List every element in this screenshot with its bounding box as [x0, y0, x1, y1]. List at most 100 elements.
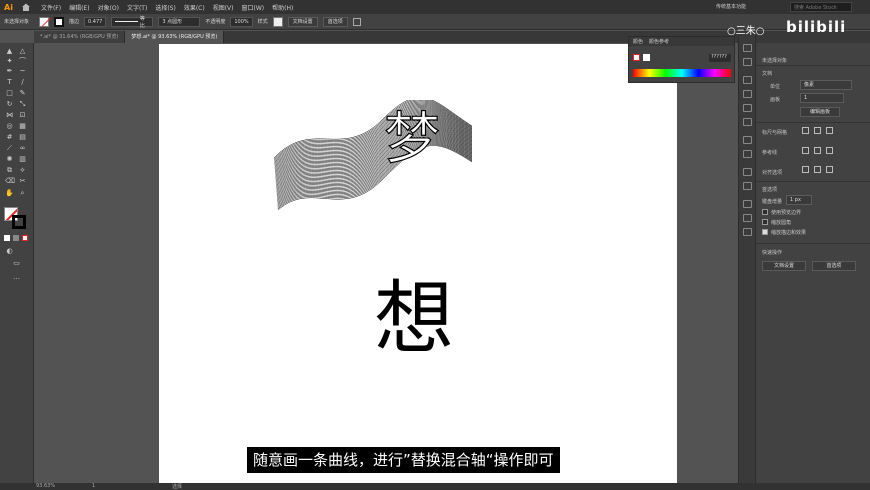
- units-dropdown[interactable]: 像素: [800, 80, 852, 90]
- scale-tool-icon[interactable]: ⤡: [18, 100, 27, 109]
- perspective-grid-tool-icon[interactable]: ▦: [18, 122, 27, 131]
- eraser-tool-icon[interactable]: ⌫: [5, 177, 15, 186]
- symbol-sprayer-tool-icon[interactable]: ✺: [5, 155, 14, 164]
- curvature-tool-icon[interactable]: ~: [18, 67, 27, 76]
- stroke-color-swatch[interactable]: [12, 215, 26, 229]
- menu-select[interactable]: 选择(S): [151, 3, 180, 12]
- blend-tool-icon[interactable]: ∞: [18, 144, 27, 153]
- tab-document-2[interactable]: 梦想.ai* @ 93.63% (RGB/GPU 预览): [125, 31, 225, 43]
- eyedropper-tool-icon[interactable]: ⟋: [5, 144, 14, 153]
- line-tool-icon[interactable]: /: [18, 78, 27, 87]
- workspace-switcher[interactable]: 传统基本功能: [716, 3, 746, 10]
- more-tools-icon[interactable]: …: [12, 273, 21, 282]
- draw-mode-icon[interactable]: ◐: [5, 247, 14, 256]
- stock-search-input[interactable]: 搜索 Adobe Stock: [790, 2, 852, 12]
- rectangle-tool-icon[interactable]: □: [5, 89, 14, 98]
- scale-corners-checkbox[interactable]: [762, 219, 768, 225]
- stroke-weight-field[interactable]: 0.477: [84, 16, 107, 27]
- tab-color-guide[interactable]: 颜色参考: [649, 38, 669, 45]
- lasso-tool-icon[interactable]: ⌒: [18, 57, 27, 66]
- slice-tool-icon[interactable]: ⟡: [18, 166, 27, 175]
- grid-icon[interactable]: [814, 127, 821, 134]
- preview-bounds-checkbox[interactable]: [762, 209, 768, 215]
- document-setup-button[interactable]: 文档设置: [287, 16, 318, 27]
- snap-pixel-icon[interactable]: [814, 166, 821, 173]
- mesh-tool-icon[interactable]: #: [5, 133, 14, 142]
- big-character[interactable]: 想: [369, 274, 459, 364]
- graph-tool-icon[interactable]: ▥: [18, 155, 27, 164]
- menu-effect[interactable]: 效果(C): [180, 3, 209, 12]
- magic-wand-tool-icon[interactable]: ✦: [5, 57, 14, 66]
- quick-document-setup-button[interactable]: 文档设置: [762, 261, 806, 271]
- color-panel-icon[interactable]: [743, 76, 752, 84]
- preferences-button[interactable]: 首选项: [322, 16, 348, 27]
- menu-edit[interactable]: 编辑(E): [65, 3, 93, 12]
- color-none-swatch[interactable]: [633, 54, 640, 61]
- arrange-icon[interactable]: [352, 17, 361, 26]
- keyboard-increment-field[interactable]: 1 px: [786, 195, 812, 205]
- menu-file[interactable]: 文件(F): [37, 3, 65, 12]
- swatches-panel-icon[interactable]: [743, 90, 752, 98]
- properties-panel-icon[interactable]: [743, 44, 752, 52]
- symbols-panel-icon[interactable]: [743, 118, 752, 126]
- screen-mode-icon[interactable]: ▭: [12, 259, 21, 268]
- transparency-grid-icon[interactable]: [826, 127, 833, 134]
- opacity-field[interactable]: 100%: [230, 16, 253, 27]
- color-mode-icon[interactable]: [4, 235, 10, 241]
- gradient-mode-icon[interactable]: [13, 235, 19, 241]
- scissors-tool-icon[interactable]: ✂: [18, 177, 27, 186]
- layers-panel-icon[interactable]: [743, 200, 752, 208]
- free-transform-tool-icon[interactable]: ⊡: [18, 111, 27, 120]
- transform-panel-icon[interactable]: [743, 150, 752, 158]
- home-icon[interactable]: [21, 3, 31, 11]
- gradient-tool-icon[interactable]: ▤: [18, 133, 27, 142]
- scale-strokes-checkbox[interactable]: [762, 229, 768, 235]
- smart-guides-icon[interactable]: [826, 147, 833, 154]
- type-tool-icon[interactable]: T: [5, 78, 14, 87]
- pencil-tool-icon[interactable]: ✎: [18, 89, 27, 98]
- ruler-icon[interactable]: [802, 127, 809, 134]
- links-panel-icon[interactable]: [743, 228, 752, 236]
- appearance-panel-icon[interactable]: [743, 168, 752, 176]
- tab-color[interactable]: 颜色: [633, 38, 643, 45]
- style-swatch[interactable]: [272, 16, 283, 27]
- artboard-tool-icon[interactable]: ⧉: [5, 166, 14, 175]
- hex-color-field[interactable]: ??????: [709, 54, 731, 62]
- brushes-panel-icon[interactable]: [743, 104, 752, 112]
- direct-selection-tool-icon[interactable]: △: [18, 47, 27, 56]
- snap-point-icon[interactable]: [802, 166, 809, 173]
- edit-artboards-button[interactable]: 编辑画板: [800, 107, 840, 117]
- brush-definition[interactable]: 3 点圆形: [158, 16, 201, 27]
- menu-object[interactable]: 对象(O): [94, 3, 123, 12]
- none-mode-icon[interactable]: [22, 235, 28, 241]
- width-tool-icon[interactable]: ⋈: [5, 111, 14, 120]
- tab-document-1[interactable]: *.ai* @ 31.64% (RGB/GPU 预览): [34, 31, 126, 43]
- artboard[interactable]: 梦 想: [159, 44, 677, 483]
- align-panel-icon[interactable]: [743, 136, 752, 144]
- artboards-panel-icon[interactable]: [743, 214, 752, 222]
- variable-width-profile[interactable]: 等比: [111, 16, 154, 29]
- menu-window[interactable]: 窗口(W): [238, 3, 269, 12]
- stroke-swatch[interactable]: [54, 16, 64, 27]
- color-spectrum[interactable]: [633, 69, 731, 77]
- page-number[interactable]: 1: [92, 483, 95, 489]
- menu-help[interactable]: 帮助(H): [268, 3, 297, 12]
- snap-glyph-icon[interactable]: [826, 166, 833, 173]
- rotate-tool-icon[interactable]: ↻: [5, 100, 14, 109]
- menu-view[interactable]: 视图(V): [209, 3, 238, 12]
- selection-tool-icon[interactable]: ▲: [5, 47, 14, 56]
- zoom-level[interactable]: 93.63%: [36, 483, 55, 489]
- menu-type[interactable]: 文字(T): [123, 3, 151, 12]
- color-white-swatch[interactable]: [643, 54, 650, 61]
- zoom-tool-icon[interactable]: ⌕: [18, 189, 27, 198]
- lock-guides-icon[interactable]: [814, 147, 821, 154]
- artboard-dropdown[interactable]: 1: [800, 93, 844, 103]
- guides-icon[interactable]: [802, 147, 809, 154]
- graphic-styles-panel-icon[interactable]: [743, 182, 752, 190]
- shape-builder-tool-icon[interactable]: ◎: [5, 122, 14, 131]
- libraries-panel-icon[interactable]: [743, 58, 752, 66]
- fill-swatch[interactable]: [39, 16, 51, 27]
- pen-tool-icon[interactable]: ✒: [5, 67, 14, 76]
- quick-preferences-button[interactable]: 首选项: [812, 261, 856, 271]
- blend-artwork[interactable]: 梦: [272, 100, 502, 220]
